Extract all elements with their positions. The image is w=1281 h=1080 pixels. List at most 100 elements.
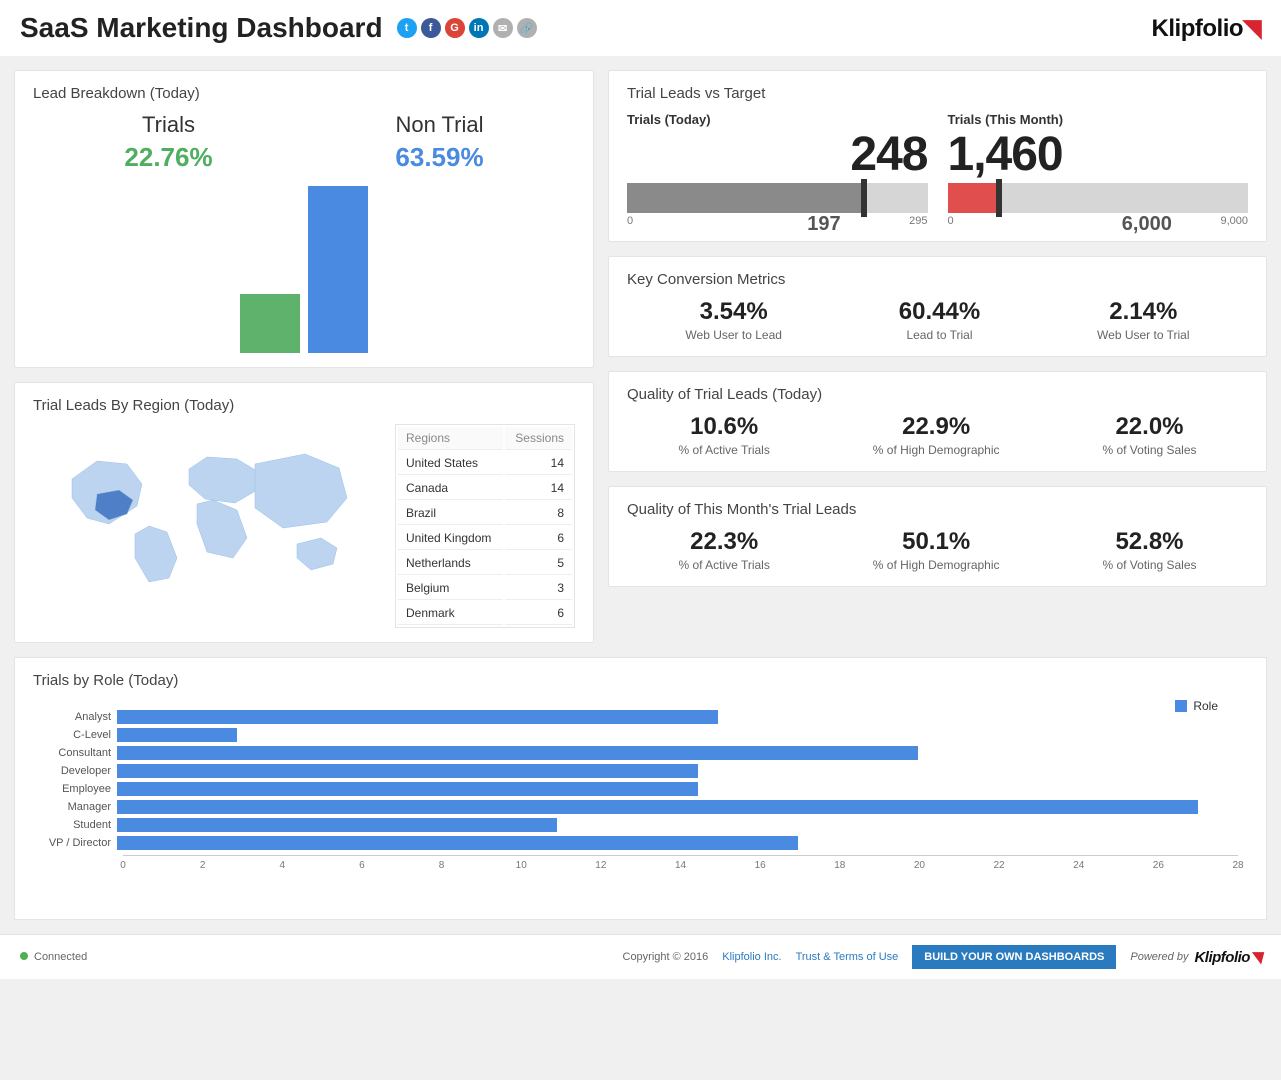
region-table: Regions Sessions United States14Canada14… [395, 424, 575, 628]
region-title: Trial Leads By Region (Today) [33, 397, 575, 414]
table-row: Denmark6 [398, 602, 572, 625]
qt-m1-label: % of Active Trials [678, 443, 769, 457]
today-value: 248 [627, 131, 928, 179]
role-row: VP / Director [123, 835, 1238, 851]
month-bar-fill [948, 183, 996, 213]
brand-logo: Klipfolio◥ [1152, 14, 1261, 43]
region-sessions: 14 [505, 477, 572, 500]
role-row: C-Level [123, 727, 1238, 743]
region-sessions: 5 [505, 552, 572, 575]
role-row: Student [123, 817, 1238, 833]
left-column: Lead Breakdown (Today) Trials 22.76% Non… [14, 70, 594, 643]
axis-tick: 12 [595, 860, 606, 871]
lead-breakdown-chart [33, 183, 575, 353]
axis-tick: 14 [675, 860, 686, 871]
copyright: Copyright © 2016 [623, 951, 709, 963]
axis-tick: 26 [1153, 860, 1164, 871]
role-row: Manager [123, 799, 1238, 815]
world-map [33, 424, 381, 594]
region-sessions: 14 [505, 452, 572, 475]
trials-label: Trials [124, 112, 212, 138]
powered-label: Powered by [1130, 951, 1188, 963]
today-bar-marker [861, 179, 867, 217]
role-bar [117, 746, 918, 760]
page-title-wrap: SaaS Marketing Dashboard t f G in ✉ 🔗 [20, 12, 537, 44]
role-row: Developer [123, 763, 1238, 779]
googleplus-icon[interactable]: G [445, 18, 465, 38]
region-sessions: 8 [505, 502, 572, 525]
conv-m1-label: Web User to Lead [685, 328, 782, 342]
region-col-regions: Regions [398, 427, 503, 450]
quality-today-card: Quality of Trial Leads (Today) 10.6% % of… [608, 371, 1267, 472]
role-bar [117, 836, 798, 850]
conversion-title: Key Conversion Metrics [627, 271, 1248, 288]
role-label: Analyst [35, 711, 117, 723]
axis-tick: 16 [755, 860, 766, 871]
table-row: Netherlands5 [398, 552, 572, 575]
conv-m2-label: Lead to Trial [899, 328, 980, 342]
mail-icon[interactable]: ✉ [493, 18, 513, 38]
footer: Connected Copyright © 2016 Klipfolio Inc… [0, 934, 1281, 979]
qt-m3-label: % of Voting Sales [1102, 443, 1196, 457]
footer-logo-text: Klipfolio [1194, 949, 1250, 966]
qt-m2-label: % of High Demographic [873, 443, 1000, 457]
today-mid: 197 [807, 213, 840, 236]
month-mid: 6,000 [1122, 213, 1172, 236]
quality-today-title: Quality of Trial Leads (Today) [627, 386, 1248, 403]
role-row: Analyst [123, 709, 1238, 725]
month-value: 1,460 [948, 131, 1249, 179]
roles-card: Trials by Role (Today) Role AnalystC-Lev… [14, 657, 1267, 920]
roles-chart: Role AnalystC-LevelConsultantDeveloperEm… [33, 699, 1248, 905]
main-grid: Lead Breakdown (Today) Trials 22.76% Non… [0, 56, 1281, 657]
terms-link[interactable]: Trust & Terms of Use [796, 951, 899, 963]
today-label: Trials (Today) [627, 112, 928, 127]
qm-m3-label: % of Voting Sales [1102, 558, 1196, 572]
today-max: 295 [909, 215, 927, 227]
today-min: 0 [627, 215, 633, 227]
status-text: Connected [34, 951, 87, 963]
table-row: United Kingdom6 [398, 527, 572, 550]
region-sessions: 6 [505, 602, 572, 625]
right-column: Trial Leads vs Target Trials (Today) 248… [608, 70, 1267, 643]
role-label: Student [35, 819, 117, 831]
axis-tick: 28 [1232, 860, 1243, 871]
qm-m2-value: 50.1% [873, 528, 1000, 556]
qt-m3-value: 22.0% [1102, 413, 1196, 441]
month-label: Trials (This Month) [948, 112, 1249, 127]
build-button[interactable]: BUILD YOUR OWN DASHBOARDS [912, 945, 1116, 969]
qt-m1-value: 10.6% [678, 413, 769, 441]
axis-tick: 0 [120, 860, 126, 871]
region-name: Netherlands [398, 552, 503, 575]
roles-title: Trials by Role (Today) [33, 672, 1248, 689]
facebook-icon[interactable]: f [421, 18, 441, 38]
qt-m2-value: 22.9% [873, 413, 1000, 441]
region-sessions: 3 [505, 577, 572, 600]
axis-tick: 18 [834, 860, 845, 871]
company-link[interactable]: Klipfolio Inc. [722, 951, 781, 963]
nontrial-label: Non Trial [395, 112, 483, 138]
nontrial-bar [308, 186, 368, 353]
role-label: Consultant [35, 747, 117, 759]
trials-value: 22.76% [124, 142, 212, 173]
table-row: Belgium3 [398, 577, 572, 600]
role-row: Employee [123, 781, 1238, 797]
conv-m3-value: 2.14% [1097, 298, 1189, 326]
twitter-icon[interactable]: t [397, 18, 417, 38]
lead-breakdown-title: Lead Breakdown (Today) [33, 85, 575, 102]
header: SaaS Marketing Dashboard t f G in ✉ 🔗 Kl… [0, 0, 1281, 56]
quality-month-card: Quality of This Month's Trial Leads 22.3… [608, 486, 1267, 587]
linkedin-icon[interactable]: in [469, 18, 489, 38]
axis-tick: 10 [516, 860, 527, 871]
brand-logo-mark: ◥ [1243, 15, 1261, 42]
link-icon[interactable]: 🔗 [517, 18, 537, 38]
role-label: VP / Director [35, 837, 117, 849]
role-bar [117, 764, 698, 778]
status-dot-icon [20, 952, 28, 960]
qm-m2-label: % of High Demographic [873, 558, 1000, 572]
region-name: United States [398, 452, 503, 475]
role-bar [117, 800, 1198, 814]
page-title: SaaS Marketing Dashboard [20, 12, 383, 44]
axis-tick: 6 [359, 860, 365, 871]
region-card: Trial Leads By Region (Today) [14, 382, 594, 643]
axis-tick: 2 [200, 860, 206, 871]
